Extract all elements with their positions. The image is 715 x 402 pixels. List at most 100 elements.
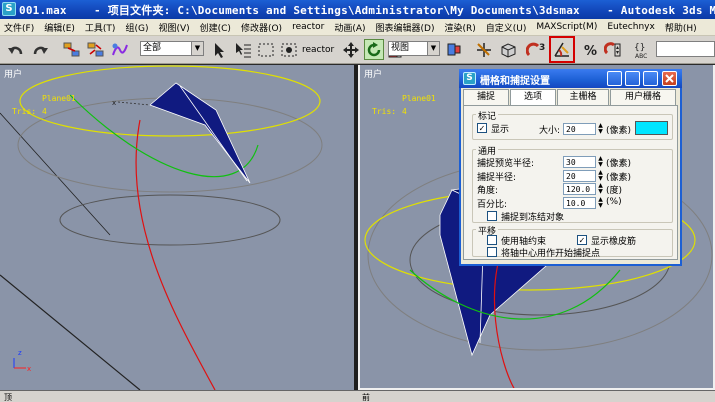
display-rubber-band-checkbox[interactable]: ✓ [577,235,587,245]
dialog-title-bar[interactable]: S 栅格和捕捉设置 [459,69,682,88]
axis-z-label: z [18,349,22,357]
menu-edit[interactable]: 编辑(E) [44,21,75,34]
use-axis-constraints-checkbox[interactable] [487,235,497,245]
redo-icon[interactable] [30,39,50,60]
percent-input[interactable]: 10.0 [563,197,596,209]
snap-preview-radius-spinner[interactable]: ▲ ▼ [597,156,604,168]
tris-label: Tris: [12,107,37,116]
pivot-as-start-snap-checkbox[interactable] [487,247,497,257]
menu-help[interactable]: 帮助(H) [665,21,697,34]
dialog-tabs: 捕捉 选项 主栅格 用户栅格 [463,89,678,105]
percent-unit: (%) [606,197,622,207]
percent-spinner[interactable]: ▲ ▼ [597,197,604,209]
angle-snap-toggle-icon[interactable] [549,36,575,63]
selection-filter-value: 全部 [143,43,162,53]
minimize-button[interactable] [625,71,640,86]
markers-group: 标记 ✓ 显示 大小: 20 ▲ ▼ (像素) [472,109,673,140]
dialog-title: 栅格和捕捉设置 [480,76,550,87]
bind-space-warp-icon[interactable] [110,39,130,60]
menu-maxscript[interactable]: MAXScript(M) [536,22,597,32]
viewport-label-top[interactable]: 顶 [4,392,12,402]
tab-user-grids[interactable]: 用户栅格 [610,89,676,105]
snap-frozen-checkbox[interactable] [487,211,497,221]
svg-text:ABC: ABC [635,53,647,60]
menu-bar: 文件(F) 编辑(E) 工具(T) 组(G) 视图(V) 创建(C) 修改器(O… [0,19,715,36]
snap-frozen-label: 捕捉到冻结对象 [501,213,565,223]
undo-icon[interactable] [6,39,26,60]
menu-customize[interactable]: 自定义(U) [486,21,527,34]
menu-views[interactable]: 视图(V) [158,21,189,34]
marker-size-input[interactable]: 20 [563,123,596,135]
move-icon[interactable] [341,39,361,60]
viewport-label-front[interactable]: 前 [362,392,370,402]
snap-radius-spinner[interactable]: ▲ ▼ [597,170,604,182]
pivot-center-icon[interactable] [444,39,464,60]
viewport-user-left[interactable]: x z x 用户 Plane01 Tris: 4 [0,65,354,390]
marker-size-spinner[interactable]: ▲ ▼ [597,123,604,135]
close-icon [665,74,674,83]
marker-size-unit: (像素) [606,126,632,136]
unlink-icon[interactable] [86,39,106,60]
reference-coordinate-dropdown[interactable]: 视图 ▼ [388,41,440,56]
angle-spinner[interactable]: ▲ ▼ [597,183,604,195]
named-selection-field[interactable] [656,41,715,57]
chevron-down-icon: ▼ [191,42,203,55]
maximize-button[interactable] [643,71,658,86]
snap-radius-label: 捕捉半径: [477,173,517,183]
3ds-max-icon: S [463,72,476,85]
tris-label: Tris: [372,107,397,116]
options-panel: 标记 ✓ 显示 大小: 20 ▲ ▼ (像素) 通用 捕捉预览半径: 30 ▲ ▼ … [463,105,678,260]
rectangular-selection-icon[interactable] [256,39,276,60]
tab-snaps[interactable]: 捕捉 [463,89,509,105]
tab-options[interactable]: 选项 [510,89,556,105]
snap-preview-radius-unit: (像素) [606,159,632,169]
select-and-manipulate-icon[interactable] [474,39,494,60]
reference-coordinate-value: 视图 [391,43,410,53]
selection-filter-dropdown[interactable]: 全部 ▼ [140,41,204,56]
reactor-label: reactor [302,45,335,55]
menu-rendering[interactable]: 渲染(R) [444,21,475,34]
svg-text:%: % [584,44,597,59]
select-object-icon[interactable] [210,39,230,60]
percent-snap-icon[interactable]: % [580,39,600,60]
angle-input[interactable]: 120.0 [563,183,596,195]
spinner-snap-icon[interactable] [603,39,623,60]
window-title: 001.max - 项目文件夹: C:\Documents and Settin… [19,4,715,17]
snap-radius-input[interactable]: 20 [563,170,596,182]
menu-group[interactable]: 组(G) [125,21,148,34]
menu-create[interactable]: 创建(C) [200,21,231,34]
3ds-max-icon[interactable]: S [2,2,16,16]
tris-value: 4 [402,107,407,116]
tab-home-grid[interactable]: 主栅格 [557,89,609,105]
menu-reactor[interactable]: reactor [292,22,324,32]
snap-radius-unit: (像素) [606,173,632,183]
snap-preview-radius-label: 捕捉预览半径: [477,159,535,169]
svg-text:{}: {} [634,43,645,53]
main-toolbar: 全部 ▼ reactor 视图 ▼ 3 % {} ABC [0,36,715,64]
angle-label: 角度: [477,186,499,196]
title-bar: S 001.max - 项目文件夹: C:\Documents and Sett… [0,0,715,19]
close-button[interactable] [662,71,677,86]
general-group: 通用 捕捉预览半径: 30 ▲ ▼ (像素) 捕捉半径: 20 ▲ ▼ (像素) 角… [472,144,673,223]
menu-tools[interactable]: 工具(T) [85,21,116,34]
snap-preview-radius-input[interactable]: 30 [563,156,596,168]
viewport-label[interactable]: 用户 [364,67,382,80]
display-markers-checkbox[interactable]: ✓ [477,123,487,133]
edit-named-selection-icon[interactable]: {} ABC [632,39,652,60]
select-by-name-icon[interactable] [233,39,253,60]
menu-eutechnyx[interactable]: Eutechnyx [607,22,654,32]
viewport-label[interactable]: 用户 [4,67,22,80]
menu-graph-editors[interactable]: 图表编辑器(D) [376,21,435,34]
snap-toggle-icon[interactable]: 3 [526,39,546,60]
keyboard-shortcut-override-icon[interactable] [498,39,518,60]
marker-color-swatch[interactable] [635,121,668,135]
markers-group-title: 标记 [476,109,499,122]
menu-modifiers[interactable]: 修改器(O) [241,21,282,34]
menu-animation[interactable]: 动画(A) [334,21,365,34]
rotate-icon[interactable] [364,39,384,60]
window-crossing-icon[interactable] [279,39,299,60]
help-button[interactable] [607,71,622,86]
menu-file[interactable]: 文件(F) [4,21,34,34]
link-icon[interactable] [62,39,82,60]
percent-label: 百分比: [477,200,508,210]
